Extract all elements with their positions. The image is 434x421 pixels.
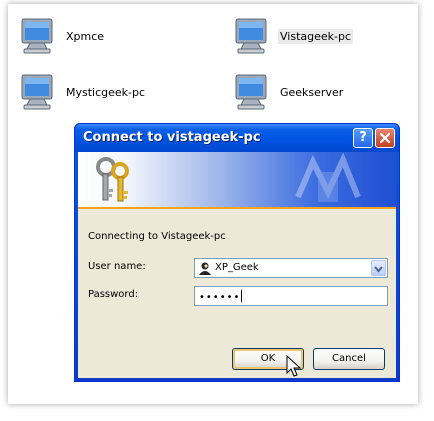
user-icon — [199, 262, 211, 275]
chevron-down-icon — [374, 266, 383, 273]
connecting-text: Connecting to Vistageek-pc — [88, 231, 226, 242]
password-value: •••••• — [199, 290, 243, 303]
dialog-titlebar[interactable]: Connect to vistageek-pc ? — [75, 124, 399, 152]
username-value: XP_Geek — [215, 262, 259, 273]
password-label: Password: — [88, 289, 139, 300]
help-icon: ? — [359, 130, 367, 145]
text-caret — [241, 290, 243, 302]
computer-icon — [235, 18, 267, 54]
banner-divider — [78, 207, 396, 209]
computer-item-vistageek-pc[interactable]: Vistageek-pc — [232, 16, 354, 56]
username-dropdown-button[interactable] — [371, 260, 386, 276]
computer-label: Geekserver — [280, 85, 344, 99]
computer-label: Xpmce — [66, 29, 105, 43]
computer-item-xpmce[interactable]: Xpmce — [18, 16, 106, 56]
computer-icon — [21, 18, 53, 54]
computer-icon — [235, 74, 267, 110]
dialog-client: Connecting to Vistageek-pc User name: XP… — [78, 152, 396, 378]
computer-icon — [21, 74, 53, 110]
username-label: User name: — [88, 261, 146, 272]
computer-item-mysticgeek-pc[interactable]: Mysticgeek-pc — [18, 72, 147, 112]
cancel-button[interactable]: Cancel — [313, 348, 385, 370]
help-button[interactable]: ? — [353, 128, 373, 148]
keys-icon — [96, 157, 129, 202]
connect-dialog: Connect to vistageek-pc ? Connecting to … — [74, 123, 400, 382]
mouse-pointer-icon — [286, 355, 302, 377]
username-combobox[interactable]: XP_Geek — [194, 258, 388, 278]
computer-item-geekserver[interactable]: Geekserver — [232, 72, 345, 112]
computer-label: Mysticgeek-pc — [66, 85, 146, 99]
dialog-banner — [78, 152, 396, 207]
banner-watermark-icon — [295, 152, 361, 202]
dialog-title: Connect to vistageek-pc — [83, 130, 261, 145]
close-icon — [379, 132, 391, 144]
computer-label: Vistageek-pc — [278, 28, 354, 44]
close-button[interactable] — [375, 128, 395, 148]
password-field[interactable]: •••••• — [194, 286, 388, 306]
